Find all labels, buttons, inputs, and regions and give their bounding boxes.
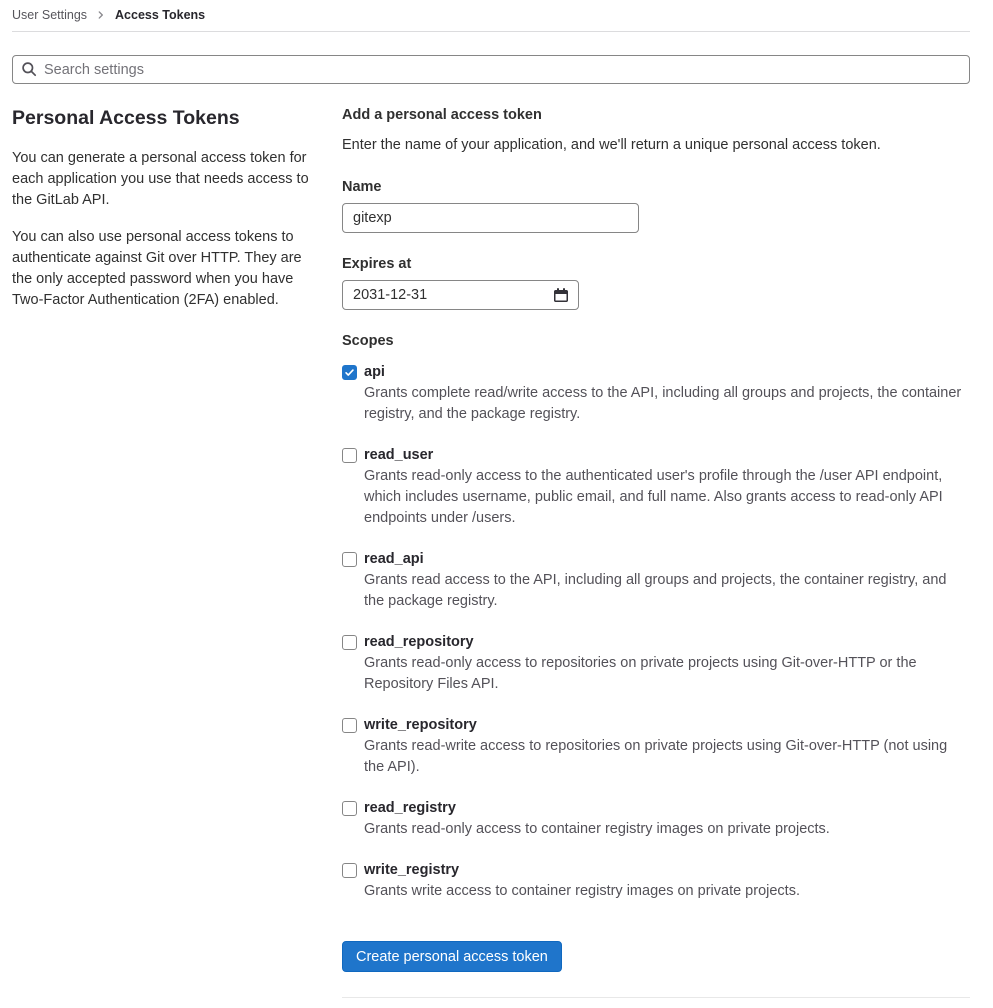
scope-write-repository-label[interactable]: write_repository bbox=[364, 715, 970, 736]
scope-read-repository-label[interactable]: read_repository bbox=[364, 632, 970, 653]
expires-at-input[interactable] bbox=[342, 280, 579, 310]
search-bar bbox=[12, 55, 970, 84]
scope-row-read-repository: read_repository Grants read-only access … bbox=[342, 632, 970, 695]
scope-text: write_repository Grants read-write acces… bbox=[364, 715, 970, 778]
scope-text: read_user Grants read-only access to the… bbox=[364, 445, 970, 529]
scope-read-registry-label[interactable]: read_registry bbox=[364, 798, 830, 819]
scope-read-api-checkbox[interactable] bbox=[342, 552, 357, 567]
scope-row-read-user: read_user Grants read-only access to the… bbox=[342, 445, 970, 529]
scope-write-registry-checkbox[interactable] bbox=[342, 863, 357, 878]
scope-api-description: Grants complete read/write access to the… bbox=[364, 385, 962, 422]
scope-read-user-checkbox[interactable] bbox=[342, 448, 357, 463]
scope-write-registry-description: Grants write access to container registr… bbox=[364, 883, 800, 899]
form-bottom-divider bbox=[342, 997, 970, 998]
scope-write-registry-label[interactable]: write_registry bbox=[364, 860, 800, 881]
scope-row-read-registry: read_registry Grants read-only access to… bbox=[342, 798, 970, 840]
check-icon bbox=[345, 369, 354, 376]
form-description: Enter the name of your application, and … bbox=[342, 137, 881, 153]
create-token-button[interactable]: Create personal access token bbox=[342, 941, 562, 972]
scope-read-repository-description: Grants read-only access to repositories … bbox=[364, 655, 917, 692]
header-divider bbox=[12, 31, 970, 32]
scope-text: read_api Grants read access to the API, … bbox=[364, 549, 970, 612]
breadcrumb-access-tokens: Access Tokens bbox=[115, 8, 206, 22]
scope-read-repository-checkbox[interactable] bbox=[342, 635, 357, 650]
scope-row-write-registry: write_registry Grants write access to co… bbox=[342, 860, 970, 902]
scopes-label: Scopes bbox=[342, 333, 394, 349]
settings-page: User Settings Access Tokens Personal Acc… bbox=[0, 0, 993, 1008]
scope-text: write_registry Grants write access to co… bbox=[364, 860, 800, 902]
scope-write-repository-checkbox[interactable] bbox=[342, 718, 357, 733]
search-input[interactable] bbox=[12, 55, 970, 84]
token-name-input[interactable] bbox=[342, 203, 639, 233]
token-form: Add a personal access token Enter the na… bbox=[342, 103, 970, 998]
scope-row-read-api: read_api Grants read access to the API, … bbox=[342, 549, 970, 612]
breadcrumb: User Settings Access Tokens bbox=[12, 0, 970, 31]
scope-read-user-description: Grants read-only access to the authentic… bbox=[364, 468, 943, 526]
breadcrumb-user-settings-link[interactable]: User Settings bbox=[12, 8, 87, 22]
section-paragraph-1: You can generate a personal access token… bbox=[12, 150, 309, 209]
scope-text: api Grants complete read/write access to… bbox=[364, 362, 970, 425]
scope-text: read_registry Grants read-only access to… bbox=[364, 798, 830, 840]
scope-api-label[interactable]: api bbox=[364, 362, 970, 383]
scope-read-registry-description: Grants read-only access to container reg… bbox=[364, 821, 830, 837]
chevron-right-icon bbox=[94, 8, 108, 22]
scope-read-api-description: Grants read access to the API, including… bbox=[364, 572, 947, 609]
expires-at-field bbox=[342, 280, 579, 310]
form-title: Add a personal access token bbox=[342, 107, 542, 123]
section-paragraph-2: You can also use personal access tokens … bbox=[12, 229, 302, 309]
scope-write-repository-description: Grants read-write access to repositories… bbox=[364, 738, 948, 775]
expires-at-label: Expires at bbox=[342, 256, 412, 272]
page-title: Personal Access Tokens bbox=[12, 107, 240, 129]
scope-read-registry-checkbox[interactable] bbox=[342, 801, 357, 816]
scope-read-api-label[interactable]: read_api bbox=[364, 549, 970, 570]
content: Personal Access Tokens You can generate … bbox=[12, 103, 970, 998]
section-description-column: Personal Access Tokens You can generate … bbox=[12, 103, 318, 998]
scope-row-api: api Grants complete read/write access to… bbox=[342, 362, 970, 425]
calendar-icon[interactable] bbox=[553, 287, 569, 303]
scope-read-user-label[interactable]: read_user bbox=[364, 445, 970, 466]
scope-text: read_repository Grants read-only access … bbox=[364, 632, 970, 695]
name-label: Name bbox=[342, 179, 382, 195]
scope-row-write-repository: write_repository Grants read-write acces… bbox=[342, 715, 970, 778]
scope-api-checkbox[interactable] bbox=[342, 365, 357, 380]
